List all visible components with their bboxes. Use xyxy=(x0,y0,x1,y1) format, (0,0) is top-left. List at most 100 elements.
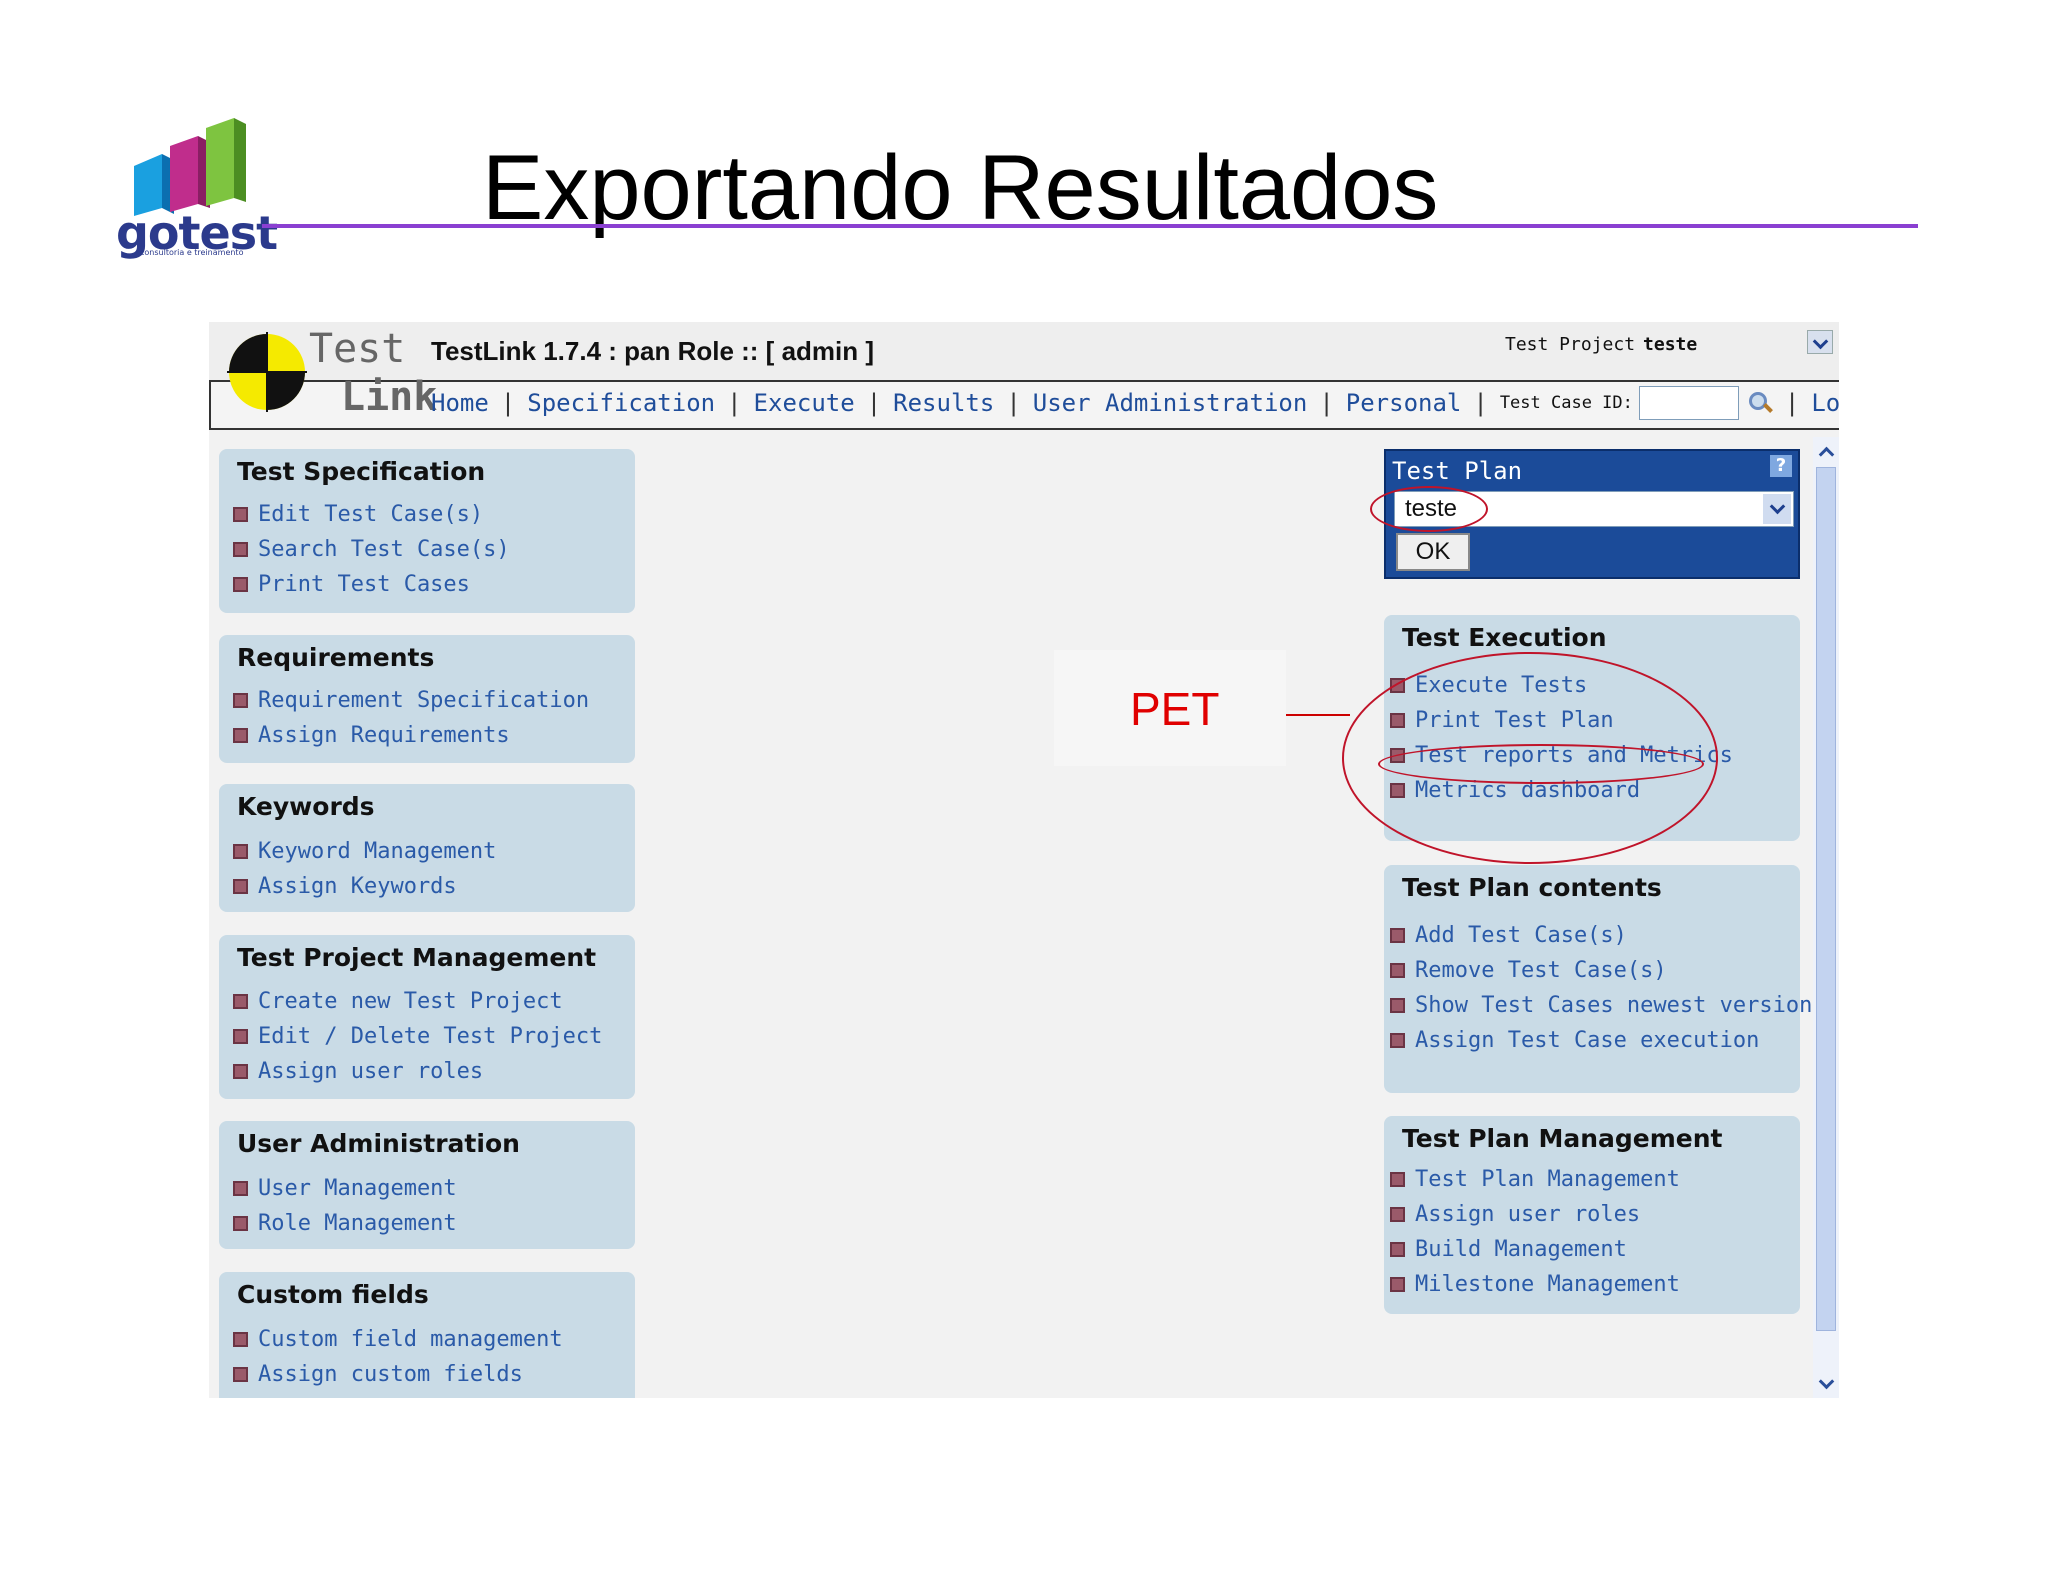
test-plan-selected-value: teste xyxy=(1405,495,1458,522)
panel-title: Test Specification xyxy=(237,457,486,486)
bullet-icon xyxy=(1390,928,1405,943)
app-header: TestLink 1.7.4 : pan Role :: [ admin ] T… xyxy=(209,322,1839,380)
nav-logout[interactable]: Logout xyxy=(1811,389,1839,417)
panel-test-plan-contents: Test Plan contents Add Test Case(s) Remo… xyxy=(1384,865,1826,1093)
panel-title: Custom fields xyxy=(237,1280,429,1309)
panel-title: User Administration xyxy=(237,1129,520,1158)
bullet-icon xyxy=(1390,713,1405,728)
panel-test-specification: Test Specification Edit Test Case(s) Sea… xyxy=(219,449,635,613)
test-case-id-input[interactable] xyxy=(1638,386,1739,420)
link-metrics-dashboard[interactable]: Metrics dashboard xyxy=(1390,773,1733,808)
link-test-plan-management[interactable]: Test Plan Management xyxy=(1390,1162,1680,1197)
gotest-logo-subtext: consultoria e treinamento xyxy=(140,248,244,257)
link-edit-delete-test-project[interactable]: Edit / Delete Test Project xyxy=(233,1019,602,1054)
link-search-test-cases[interactable]: Search Test Case(s) xyxy=(233,532,510,567)
test-project-value: teste xyxy=(1643,334,1698,355)
bullet-icon xyxy=(233,507,248,522)
testlink-logo-link: Link xyxy=(341,374,438,420)
nav-user-administration[interactable]: User Administration xyxy=(1033,389,1308,417)
link-assign-user-roles[interactable]: Assign user roles xyxy=(233,1054,602,1089)
nav-separator: | xyxy=(866,389,882,417)
testlink-window: TestLink 1.7.4 : pan Role :: [ admin ] T… xyxy=(209,322,1839,1398)
bullet-icon xyxy=(233,1367,248,1382)
ok-button[interactable]: OK xyxy=(1396,533,1470,571)
bullet-icon xyxy=(233,1181,248,1196)
test-project-selector[interactable]: Test Project teste xyxy=(1505,334,1697,355)
app-title: TestLink 1.7.4 : pan Role :: [ admin ] xyxy=(431,336,875,366)
bullet-icon xyxy=(1390,1277,1405,1292)
panel-user-administration: User Administration User Management Role… xyxy=(219,1121,635,1249)
panel-test-plan-management: Test Plan Management Test Plan Managemen… xyxy=(1384,1116,1800,1314)
bullet-icon xyxy=(233,1332,248,1347)
nav-specification[interactable]: Specification xyxy=(527,389,715,417)
scroll-up-icon[interactable] xyxy=(1814,439,1838,463)
title-divider xyxy=(262,224,1918,228)
nav-separator: | xyxy=(727,389,742,417)
nav-home[interactable]: Home xyxy=(431,389,489,417)
link-remove-test-cases[interactable]: Remove Test Case(s) xyxy=(1390,953,1826,988)
link-assign-keywords[interactable]: Assign Keywords xyxy=(233,869,496,904)
nav-separator: | xyxy=(1784,389,1800,417)
bullet-icon xyxy=(1390,963,1405,978)
panel-custom-fields: Custom fields Custom field management As… xyxy=(219,1272,635,1398)
search-icon[interactable] xyxy=(1747,390,1773,416)
nav-execute[interactable]: Execute xyxy=(754,389,855,417)
bullet-icon xyxy=(1390,783,1405,798)
bullet-icon xyxy=(1390,678,1405,693)
link-custom-field-management[interactable]: Custom field management xyxy=(233,1322,563,1357)
testlink-logo-icon xyxy=(227,332,307,412)
link-test-reports-and-metrics[interactable]: Test reports and Metrics xyxy=(1390,738,1733,773)
nav-separator: | xyxy=(1473,389,1488,417)
bullet-icon xyxy=(1390,1207,1405,1222)
panel-title: Test Execution xyxy=(1402,623,1607,652)
link-assign-test-case-execution[interactable]: Assign Test Case execution xyxy=(1390,1023,1826,1058)
bullet-icon xyxy=(233,693,248,708)
chevron-down-icon[interactable] xyxy=(1763,494,1791,524)
link-execute-tests[interactable]: Execute Tests xyxy=(1390,668,1733,703)
link-keyword-management[interactable]: Keyword Management xyxy=(233,834,496,869)
scroll-down-icon[interactable] xyxy=(1814,1372,1838,1396)
link-assign-requirements[interactable]: Assign Requirements xyxy=(233,718,589,753)
link-create-test-project[interactable]: Create new Test Project xyxy=(233,984,602,1019)
link-build-management[interactable]: Build Management xyxy=(1390,1232,1680,1267)
bullet-icon xyxy=(1390,1033,1405,1048)
bullet-icon xyxy=(233,1029,248,1044)
link-print-test-plan[interactable]: Print Test Plan xyxy=(1390,703,1733,738)
bullet-icon xyxy=(233,728,248,743)
panel-test-project-management: Test Project Management Create new Test … xyxy=(219,935,635,1099)
panel-title: Requirements xyxy=(237,643,435,672)
nav-separator: | xyxy=(1319,389,1334,417)
test-plan-title: Test Plan xyxy=(1392,457,1523,485)
link-edit-test-cases[interactable]: Edit Test Case(s) xyxy=(233,497,510,532)
annotation-label: PET xyxy=(1130,683,1220,735)
help-icon[interactable]: ? xyxy=(1770,455,1792,477)
vertical-scrollbar[interactable] xyxy=(1813,437,1839,1398)
nav-personal[interactable]: Personal xyxy=(1346,389,1462,417)
panel-keywords: Keywords Keyword Management Assign Keywo… xyxy=(219,784,635,912)
link-show-newest-versions[interactable]: Show Test Cases newest versions xyxy=(1390,988,1826,1023)
test-plan-select[interactable]: teste xyxy=(1394,491,1794,527)
panel-test-execution: Test Execution Execute Tests Print Test … xyxy=(1384,615,1800,841)
bullet-icon xyxy=(233,994,248,1009)
test-project-label: Test Project xyxy=(1505,334,1636,355)
link-milestone-management[interactable]: Milestone Management xyxy=(1390,1267,1680,1302)
scrollbar-thumb[interactable] xyxy=(1816,467,1836,1331)
bullet-icon xyxy=(233,1216,248,1231)
link-requirement-specification[interactable]: Requirement Specification xyxy=(233,683,589,718)
nav-links: Home | Specification | Execute | Results… xyxy=(431,386,1839,420)
link-role-management[interactable]: Role Management xyxy=(233,1206,457,1241)
panel-title: Test Plan Management xyxy=(1402,1124,1723,1153)
link-assign-custom-fields[interactable]: Assign custom fields xyxy=(233,1357,563,1392)
bullet-icon xyxy=(1390,1242,1405,1257)
link-add-test-cases[interactable]: Add Test Case(s) xyxy=(1390,918,1826,953)
panel-requirements: Requirements Requirement Specification A… xyxy=(219,635,635,763)
project-dropdown-button[interactable] xyxy=(1807,330,1833,354)
bullet-icon xyxy=(233,577,248,592)
link-user-management[interactable]: User Management xyxy=(233,1171,457,1206)
link-assign-user-roles-plan[interactable]: Assign user roles xyxy=(1390,1197,1680,1232)
link-print-test-cases[interactable]: Print Test Cases xyxy=(233,567,510,602)
nav-results[interactable]: Results xyxy=(893,389,994,417)
bullet-icon xyxy=(233,844,248,859)
bullet-icon xyxy=(1390,1172,1405,1187)
annotation-connector xyxy=(1286,714,1350,716)
